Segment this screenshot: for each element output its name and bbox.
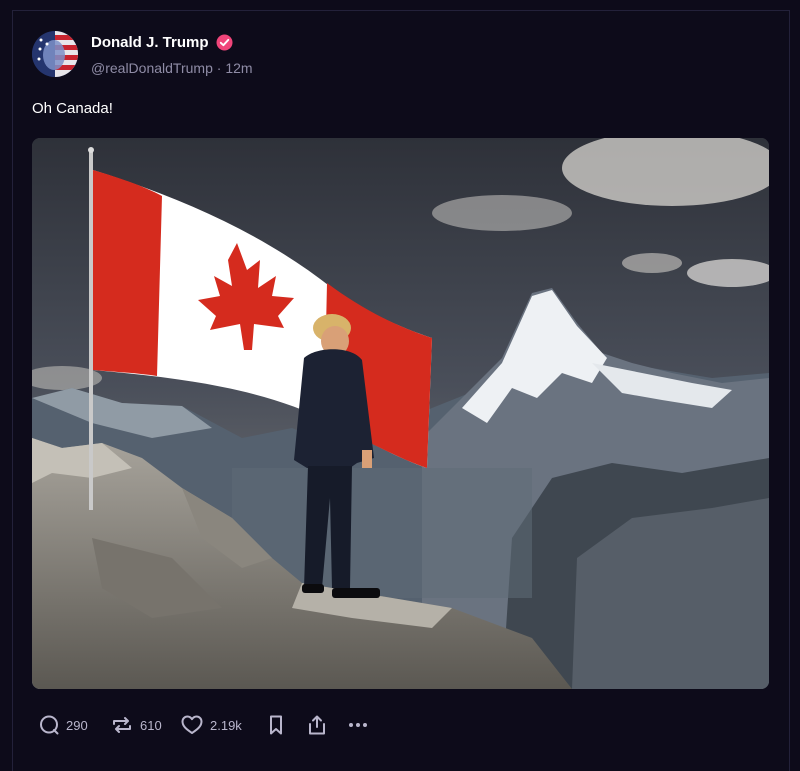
- post-text: Oh Canada!: [32, 100, 113, 117]
- handle-line: @realDonaldTrump · 12m: [91, 60, 253, 76]
- reply-icon: [38, 714, 60, 736]
- like-icon: [180, 714, 204, 736]
- post-image[interactable]: [32, 138, 769, 689]
- repost-count: 610: [140, 717, 162, 733]
- like-button[interactable]: 2.19k: [180, 714, 262, 736]
- reply-count: 290: [66, 717, 88, 733]
- separator: ·: [216, 60, 222, 76]
- repost-icon: [110, 714, 134, 736]
- author-handle[interactable]: @realDonaldTrump: [91, 60, 213, 76]
- post-time[interactable]: 12m: [225, 60, 252, 76]
- action-bar: 290 610 2.19k: [38, 712, 376, 738]
- bookmark-button[interactable]: [266, 714, 302, 736]
- share-icon: [306, 714, 328, 736]
- like-count: 2.19k: [210, 717, 242, 733]
- repost-button[interactable]: 610: [110, 714, 180, 736]
- verified-icon: [216, 34, 233, 51]
- bookmark-icon: [266, 714, 286, 736]
- reply-button[interactable]: 290: [38, 714, 98, 736]
- author-name[interactable]: Donald J. Trump: [91, 34, 209, 51]
- share-button[interactable]: [306, 714, 346, 736]
- more-button[interactable]: [346, 714, 376, 736]
- avatar[interactable]: [32, 31, 78, 77]
- more-icon: [346, 714, 370, 736]
